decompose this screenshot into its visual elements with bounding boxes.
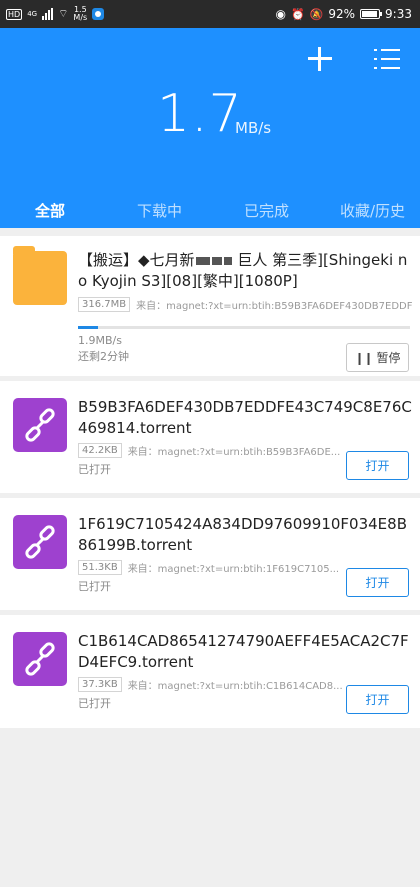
file-size: 37.3KB [78,676,122,692]
pause-button-label: 暂停 [376,351,401,365]
download-speed: 1.9MB/s [78,334,122,347]
total-speed-value: 1.7 [157,84,243,144]
progress-fill [78,326,98,329]
file-size: 51.3KB [78,559,122,575]
hd-indicator: HD [6,8,23,20]
eye-icon: ◉ [275,7,286,21]
time-remaining: 还剩2分钟 [78,350,129,363]
redacted-block [211,256,222,265]
network-speed-unit: M/s [73,13,88,22]
file-size: 42.2KB [78,442,122,458]
folder-icon [13,246,67,305]
list-icon[interactable] [374,47,400,71]
mute-icon: 🔕 [309,7,324,21]
redacted-block [223,256,232,265]
total-speed-unit: MB/s [235,119,272,137]
download-item[interactable]: 【搬运】◆七月新 巨人 第三季][Shingeki no Kyojin S3][… [0,236,420,376]
link-glyph [25,525,55,559]
app-notification-icon [92,8,105,20]
open-status: 已打开 [78,580,111,593]
download-item[interactable]: 1F619C7105424A834DD97609910F034E8B86199B… [0,498,420,610]
clock: 9:33 [385,7,412,21]
speed-header: 1.7 MB/s 全部 下载中 已完成 收藏/历史 [0,28,420,228]
wifi-icon: ⌔ [58,7,69,20]
source-link: 来自：magnet:?xt=urn:btih:B59B3FA6DE... [127,446,341,458]
link-icon [13,632,67,686]
tab-favorites-history[interactable]: 收藏/历史 [340,200,405,221]
status-bar-right: ◉ ⏰ 🔕 92% 9:33 [275,0,412,28]
redacted-block [195,256,210,265]
tab-bar: 全部 下载中 已完成 收藏/历史 [0,200,420,228]
plus-icon[interactable] [306,45,334,73]
download-title-start: 【搬运】◆七月新 [78,251,195,269]
open-status: 已打开 [78,463,111,476]
open-button[interactable]: 打开 [346,568,409,597]
status-bar: HD 4G ⌔ 1.5 M/s ◉ ⏰ 🔕 92% 9:33 [0,0,420,28]
download-title: 1F619C7105424A834DD97609910F034E8B86199B… [78,515,407,554]
link-icon [13,515,67,569]
download-title: B59B3FA6DEF430DB7EDDFE43C749C8E76C469814… [78,398,412,437]
download-title: 【搬运】◆七月新 巨人 第三季][Shingeki no Kyojin S3][… [78,250,412,292]
status-bar-left: HD 4G ⌔ 1.5 M/s [6,0,105,28]
network-type: 4G [27,10,38,18]
battery-percent: 92% [328,7,356,21]
source-link: 来自：magnet:?xt=urn:btih:B59B3FA6DEF430DB7… [136,300,412,312]
open-button[interactable]: 打开 [346,685,409,714]
link-glyph [25,408,55,442]
signal-icon [42,8,54,20]
alarm-icon: ⏰ [290,7,305,21]
tab-completed[interactable]: 已完成 [244,200,289,221]
progress-bar [78,326,410,329]
download-item[interactable]: B59B3FA6DEF430DB7EDDFE43C749C8E76C469814… [0,381,420,493]
network-speed: 1.5 M/s [73,6,87,22]
tab-all[interactable]: 全部 [35,200,65,221]
battery-icon [360,9,383,19]
tab-downloading[interactable]: 下载中 [137,200,182,221]
download-meta: 316.7MB 来自：magnet:?xt=urn:btih:B59B3FA6D… [78,296,412,312]
download-title: C1B614CAD86541274790AEFF4E5ACA2C7FD4EFC9… [78,632,409,671]
pause-icon: ❙❙ [354,350,373,365]
download-item[interactable]: C1B614CAD86541274790AEFF4E5ACA2C7FD4EFC9… [0,615,420,728]
source-link: 来自：magnet:?xt=urn:btih:C1B614CAD8... [127,680,343,692]
link-icon [13,398,67,452]
source-link: 来自：magnet:?xt=urn:btih:1F619C7105... [127,563,340,575]
file-size: 316.7MB [78,296,131,312]
open-status: 已打开 [78,697,111,710]
open-button[interactable]: 打开 [346,451,409,480]
pause-button[interactable]: ❙❙ 暂停 [346,343,409,372]
link-glyph [25,642,55,676]
